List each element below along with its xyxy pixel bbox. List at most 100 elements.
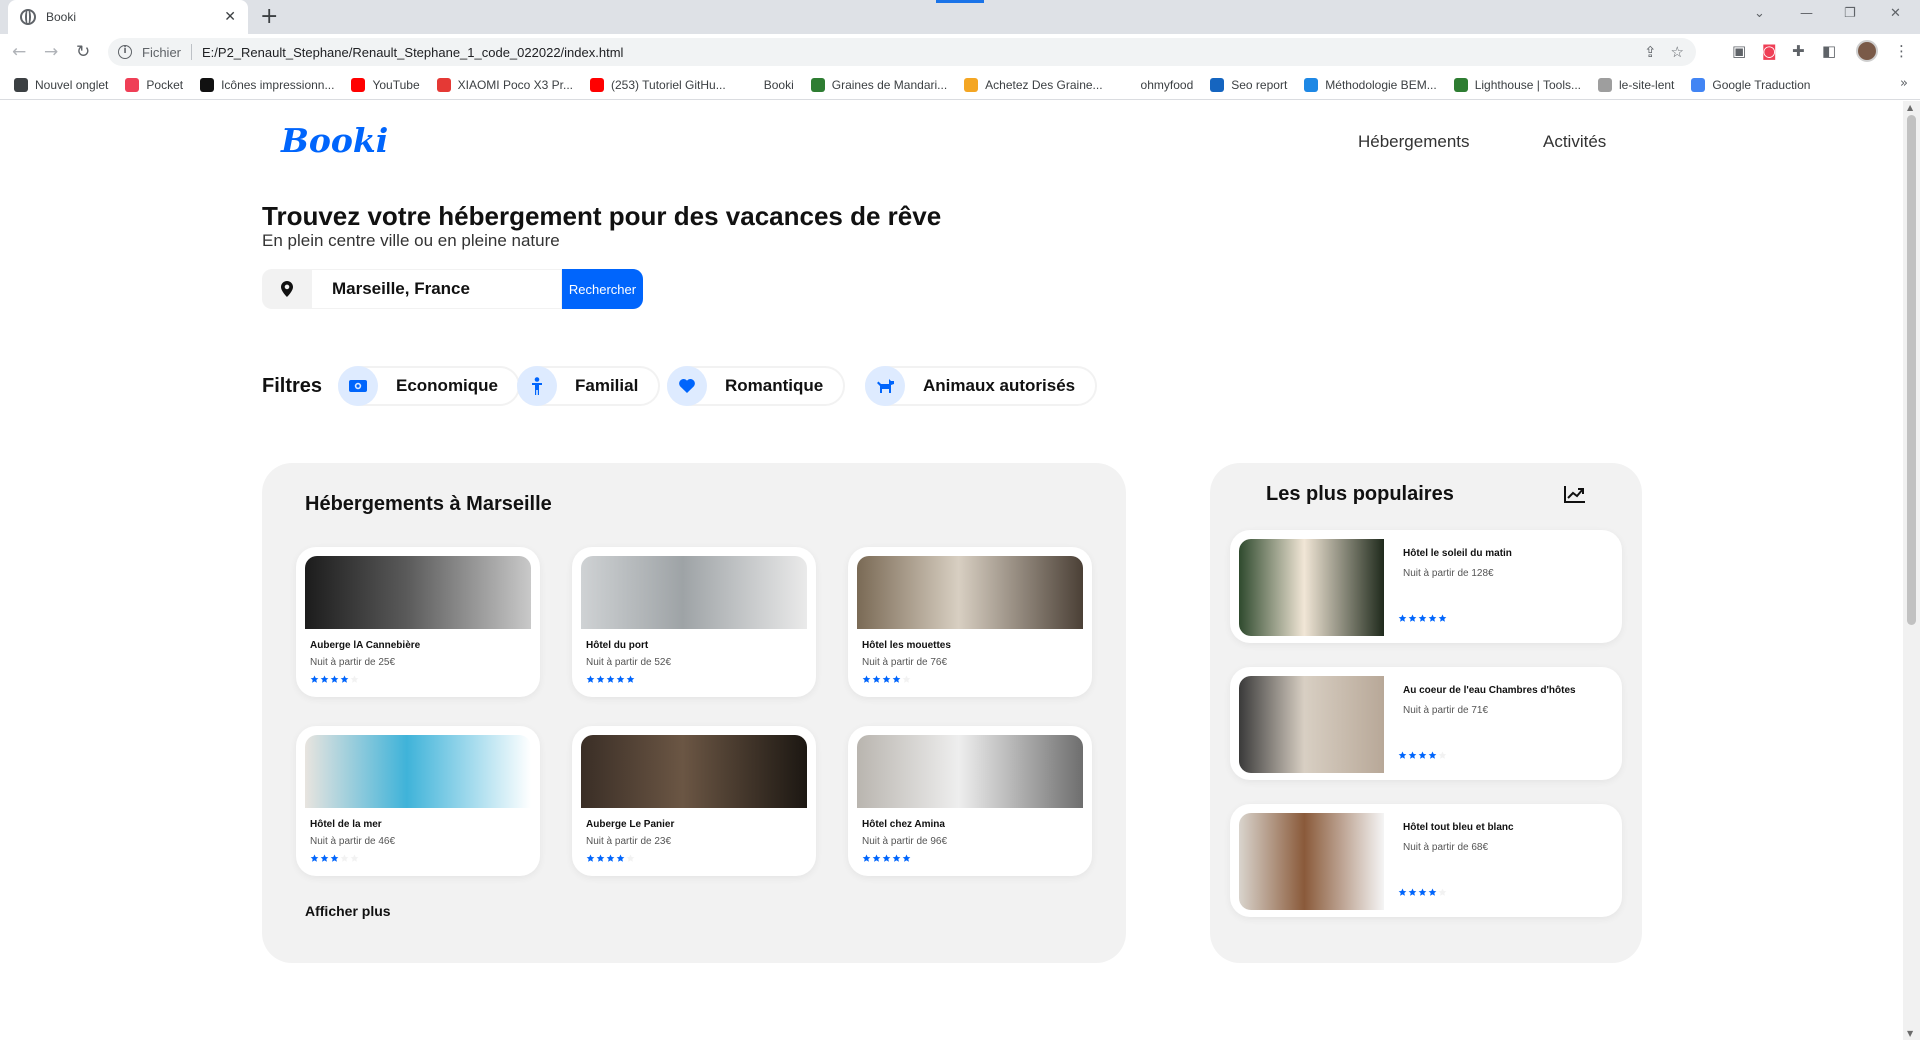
bookmark-favicon-icon — [810, 77, 825, 92]
share-icon[interactable]: ⇪ — [1644, 43, 1657, 61]
extension-s-icon[interactable]: ▣ — [1732, 42, 1746, 60]
bookmark-item[interactable]: Lighthouse | Tools... — [1453, 77, 1582, 92]
hotel-photo[interactable] — [581, 556, 807, 629]
browser-tab[interactable]: Booki ✕ — [8, 0, 248, 34]
listing-card[interactable]: Hôtel les mouettes Nuit à partir de 76€ — [848, 547, 1092, 697]
filter-economique[interactable]: Economique — [338, 366, 521, 406]
hotel-photo[interactable] — [857, 556, 1083, 629]
popular-card[interactable]: Hôtel le soleil du matin Nuit à partir de… — [1230, 530, 1622, 643]
hotel-photo[interactable] — [1239, 676, 1384, 773]
close-window-button[interactable]: ✕ — [1890, 6, 1901, 21]
popular-card[interactable]: Au coeur de l'eau Chambres d'hôtes Nuit à… — [1230, 667, 1622, 780]
bookmark-item[interactable]: (253) Tutoriel GitHu... — [590, 77, 726, 92]
filter-label: Animaux autorisés — [923, 376, 1076, 395]
filter-romantique[interactable]: Romantique — [667, 366, 846, 406]
listing-card[interactable]: Hôtel du port Nuit à partir de 52€ — [572, 547, 816, 697]
listing-price: Nuit à partir de 52€ — [586, 657, 672, 668]
bookmark-item[interactable]: Google Traduction — [1691, 77, 1810, 92]
more-bookmarks-icon[interactable]: » — [1900, 76, 1908, 91]
listing-card[interactable]: Auberge Le Panier Nuit à partir de 23€ — [572, 726, 816, 876]
bookmark-label: Graines de Mandari... — [831, 77, 948, 92]
minimize-button[interactable]: — — [1800, 6, 1813, 21]
menu-icon[interactable]: ⋮ — [1894, 42, 1909, 60]
bookmark-item[interactable]: le-site-lent — [1598, 77, 1674, 92]
close-tab-icon[interactable]: ✕ — [224, 9, 236, 25]
star-filled-icon — [310, 675, 319, 683]
rating-stars — [586, 854, 807, 863]
reload-icon[interactable]: ↻ — [76, 42, 90, 62]
back-icon[interactable]: ← — [12, 42, 26, 62]
bookmark-item[interactable]: Achetez Des Graine... — [964, 77, 1103, 92]
star-filled-icon — [616, 854, 625, 862]
tab-indicator — [936, 0, 984, 3]
forward-icon[interactable]: → — [44, 42, 58, 62]
bookmark-item[interactable]: Méthodologie BEM... — [1304, 77, 1437, 92]
address-bar[interactable]: i Fichier E:/P2_Renault_Stephane/Renault… — [108, 38, 1696, 66]
bookmark-star-icon[interactable]: ☆ — [1671, 43, 1684, 61]
tab-search-icon[interactable]: ⌄ — [1754, 6, 1765, 21]
show-more-link[interactable]: Afficher plus — [305, 903, 391, 919]
bookmark-favicon-icon — [742, 77, 757, 92]
hotel-photo[interactable] — [1239, 539, 1384, 636]
bookmark-item[interactable]: Pocket — [125, 77, 183, 92]
pocket-extension-icon[interactable]: ◙ — [1762, 42, 1777, 60]
nav-activites[interactable]: Activités — [1543, 132, 1606, 152]
star-filled-icon — [1428, 614, 1437, 622]
hotel-photo[interactable] — [1239, 813, 1384, 910]
restore-button[interactable]: ❐ — [1844, 6, 1856, 21]
filter-animaux[interactable]: Animaux autorisés — [865, 366, 1098, 406]
bookmark-item[interactable]: Graines de Mandari... — [810, 77, 948, 92]
bookmark-item[interactable]: Nouvel onglet — [14, 77, 109, 92]
popular-card[interactable]: Hôtel tout bleu et blanc Nuit à partir de… — [1230, 804, 1622, 917]
hotel-photo[interactable] — [581, 735, 807, 808]
bookmark-item[interactable]: Seo report — [1210, 77, 1287, 92]
bookmark-favicon-icon — [964, 77, 979, 92]
star-filled-icon — [892, 854, 901, 862]
scroll-up-icon[interactable]: ▲ — [1907, 103, 1913, 112]
star-empty-icon — [340, 854, 349, 862]
puzzle-icon[interactable]: ✚ — [1792, 42, 1805, 60]
side-panel-icon[interactable]: ◧ — [1822, 42, 1836, 60]
star-filled-icon — [1428, 888, 1437, 896]
star-filled-icon — [606, 854, 615, 862]
bookmark-item[interactable]: Booki — [742, 77, 794, 92]
hotel-photo[interactable] — [857, 735, 1083, 808]
listing-name: Hôtel chez Amina — [862, 819, 945, 830]
listing-card[interactable]: Hôtel chez Amina Nuit à partir de 96€ — [848, 726, 1092, 876]
hotel-photo[interactable] — [305, 735, 531, 808]
profile-avatar[interactable] — [1856, 40, 1878, 62]
hotel-photo[interactable] — [305, 556, 531, 629]
scroll-thumb[interactable] — [1907, 115, 1916, 625]
bookmark-favicon-icon — [351, 77, 366, 92]
bookmark-label: Méthodologie BEM... — [1325, 77, 1437, 92]
rating-stars — [1398, 614, 1447, 623]
listing-name: Auberge lA Cannebière — [310, 640, 421, 651]
star-filled-icon — [872, 854, 881, 862]
listing-price: Nuit à partir de 46€ — [310, 836, 396, 847]
location-pin-icon — [262, 269, 312, 309]
bookmark-label: Lighthouse | Tools... — [1474, 77, 1582, 92]
star-filled-icon — [330, 675, 339, 683]
listing-card[interactable]: Auberge lA Cannebière Nuit à partir de 25… — [296, 547, 540, 697]
scroll-down-icon[interactable]: ▼ — [1907, 1029, 1913, 1038]
page-scrollbar[interactable]: ▲ ▼ — [1903, 101, 1920, 1040]
search-input[interactable] — [312, 269, 562, 309]
listing-card[interactable]: Hôtel de la mer Nuit à partir de 46€ — [296, 726, 540, 876]
star-filled-icon — [1408, 614, 1417, 622]
booki-logo[interactable]: Booki — [281, 121, 388, 160]
search-button[interactable]: Rechercher — [562, 269, 643, 309]
star-filled-icon — [1408, 751, 1417, 759]
bookmark-item[interactable]: YouTube — [351, 77, 420, 92]
bookmark-item[interactable]: XIAOMI Poco X3 Pr... — [436, 77, 573, 92]
star-filled-icon — [340, 675, 349, 683]
nav-hebergements[interactable]: Hébergements — [1358, 132, 1470, 152]
filter-familial[interactable]: Familial — [517, 366, 661, 406]
bookmark-label: Nouvel onglet — [35, 77, 109, 92]
listing-price: Nuit à partir de 25€ — [310, 657, 396, 668]
info-icon[interactable]: i — [118, 45, 132, 59]
new-tab-button[interactable]: + — [260, 4, 278, 29]
bookmark-item[interactable]: Icônes impressionn... — [200, 77, 334, 92]
bookmark-item[interactable]: ohmyfood — [1119, 77, 1193, 92]
url-text[interactable]: E:/P2_Renault_Stephane/Renault_Stephane_… — [202, 45, 623, 60]
page-viewport: Booki Hébergements Activités Trouvez vot… — [0, 101, 1903, 1040]
